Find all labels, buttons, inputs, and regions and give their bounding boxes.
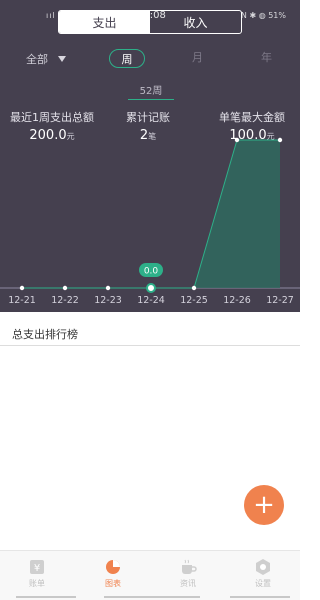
tab-settings-label: 设置 xyxy=(255,579,271,588)
data-point xyxy=(105,285,111,291)
caret-down-icon xyxy=(58,56,66,62)
data-point xyxy=(234,137,240,143)
period-year[interactable]: 年 xyxy=(261,49,272,65)
cup-icon xyxy=(182,559,197,574)
tab-news[interactable]: 资讯 xyxy=(163,558,213,589)
tab-bar: ¥ 账单 图表 资讯 设置 xyxy=(0,550,300,600)
category-filter-label: 全部 xyxy=(26,53,48,66)
divider xyxy=(0,345,300,346)
x-tick-label: 12-25 xyxy=(180,295,208,306)
type-segment: 支出 收入 xyxy=(58,10,242,34)
x-tick-label: 12-23 xyxy=(94,295,122,306)
home-indicator-2 xyxy=(104,596,200,598)
add-record-button[interactable]: + xyxy=(244,485,284,525)
x-tick-label: 12-21 xyxy=(8,295,36,306)
total-expense-label: 最近1周支出总额 xyxy=(10,111,94,124)
home-indicator-1 xyxy=(16,596,76,598)
tab-bills[interactable]: ¥ 账单 xyxy=(12,558,62,589)
ranking-title: 总支出排行榜 xyxy=(12,328,78,341)
gear-icon xyxy=(256,559,270,575)
x-tick-label: 12-27 xyxy=(266,295,294,306)
data-point xyxy=(19,285,25,291)
tab-bills-label: 账单 xyxy=(29,579,45,588)
expense-area-chart[interactable]: 12-21 12-22 12-23 12-24 12-25 12-26 12-27 0.0 xyxy=(0,130,300,310)
x-tick-label: 12-24 xyxy=(137,295,165,306)
tab-settings[interactable]: 设置 xyxy=(238,558,288,589)
data-point xyxy=(62,285,68,291)
expense-tab[interactable]: 支出 xyxy=(59,11,150,33)
data-point xyxy=(191,285,197,291)
category-filter[interactable]: 全部 xyxy=(26,51,66,67)
selected-point xyxy=(146,283,156,293)
tab-charts-label: 图表 xyxy=(105,579,121,588)
chart-header: ııl ≋ 1.60 17:08 N ✱ ◍ 51% 支出 收入 全部 周 月 … xyxy=(0,0,300,312)
pie-chart-icon xyxy=(106,560,120,574)
home-indicator-3 xyxy=(230,596,290,598)
value-badge-label: 0.0 xyxy=(144,267,159,277)
svg-text:¥: ¥ xyxy=(34,563,40,574)
week-selector[interactable]: 52周 xyxy=(128,82,174,97)
max-amount-label: 单笔最大金额 xyxy=(219,111,285,124)
period-week[interactable]: 周 xyxy=(109,49,145,68)
record-count-label: 累计记账 xyxy=(126,111,170,124)
income-tab[interactable]: 收入 xyxy=(150,11,241,33)
week-underline xyxy=(128,99,174,100)
data-point xyxy=(277,137,283,143)
period-month[interactable]: 月 xyxy=(192,49,203,65)
tab-news-label: 资讯 xyxy=(180,579,196,588)
tab-charts[interactable]: 图表 xyxy=(88,558,138,589)
x-tick-label: 12-22 xyxy=(51,295,79,306)
ledger-icon: ¥ xyxy=(30,560,44,574)
x-tick-label: 12-26 xyxy=(223,295,251,306)
battery-icon: N ✱ ◍ 51% xyxy=(240,11,286,20)
